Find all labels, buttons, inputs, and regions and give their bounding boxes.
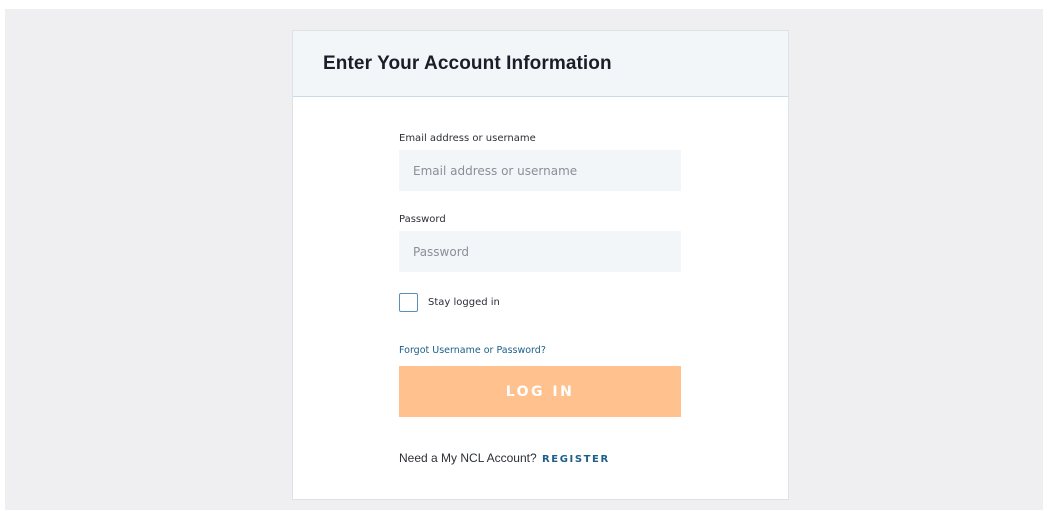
password-label: Password	[399, 214, 446, 225]
register-row: Need a My NCL Account? REGISTER	[399, 451, 683, 465]
login-form: Email address or username Password Stay …	[399, 97, 683, 465]
email-label: Email address or username	[399, 133, 536, 144]
forgot-credentials-link[interactable]: Forgot Username or Password?	[399, 345, 683, 356]
login-button[interactable]: LOG IN	[399, 366, 681, 417]
stay-logged-in-label[interactable]: Stay logged in	[428, 297, 500, 308]
stay-logged-in-checkbox[interactable]	[399, 292, 418, 312]
card-title: Enter Your Account Information	[323, 52, 612, 74]
stay-logged-in-row: Stay logged in	[399, 292, 683, 312]
email-input[interactable]	[399, 150, 681, 191]
card-header: Enter Your Account Information	[293, 31, 788, 97]
register-link[interactable]: REGISTER	[542, 454, 610, 465]
register-prompt: Need a My NCL Account?	[399, 451, 537, 465]
password-input[interactable]	[399, 231, 681, 272]
login-card: Enter Your Account Information Email add…	[292, 30, 789, 500]
